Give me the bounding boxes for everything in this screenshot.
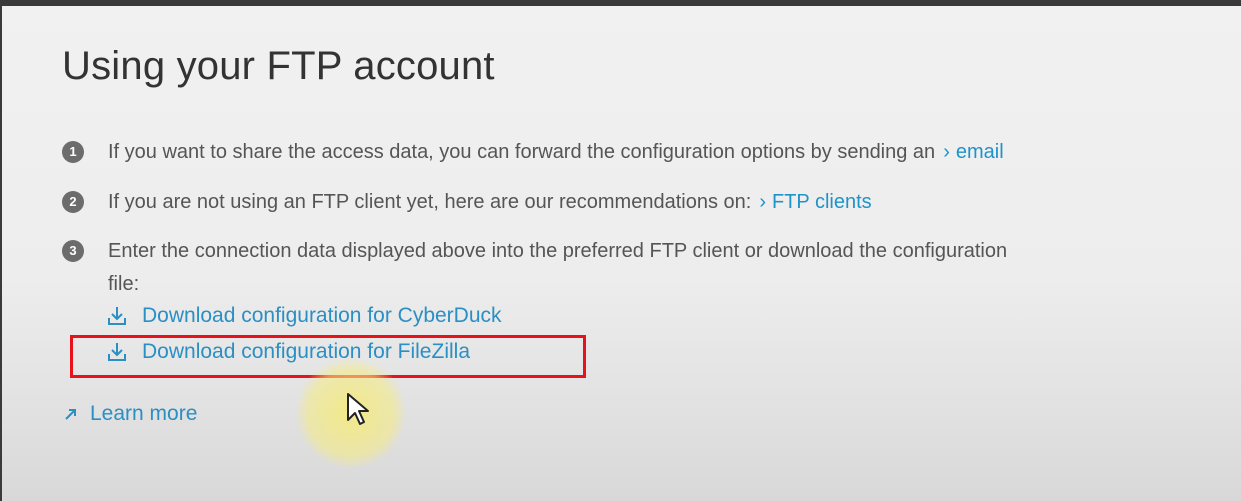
- ftp-account-panel: Using your FTP account 1 If you want to …: [2, 6, 1241, 501]
- chevron-right-icon: ›: [943, 141, 950, 163]
- download-cyberduck-link[interactable]: Download configuration for CyberDuck: [106, 304, 502, 328]
- step-number-badge: 3: [62, 240, 84, 262]
- step-1-text: If you want to share the access data, yo…: [108, 141, 936, 163]
- mouse-pointer-icon: [347, 393, 369, 425]
- ftp-clients-link[interactable]: FTP clients: [772, 191, 872, 213]
- step-3-text-line2: file:: [108, 273, 140, 295]
- chevron-right-icon: ›: [759, 191, 766, 213]
- learn-more-link[interactable]: Learn more: [64, 402, 197, 426]
- step-number-badge: 2: [62, 191, 84, 213]
- step-1-text-wrap: If you want to share the access data, yo…: [108, 137, 1004, 168]
- download-icon: [108, 307, 126, 325]
- step-2-text: If you are not using an FTP client yet, …: [108, 191, 752, 213]
- email-link[interactable]: email: [956, 141, 1004, 163]
- download-cyberduck-label: Download configuration for CyberDuck: [142, 304, 502, 327]
- step-2-text-wrap: If you are not using an FTP client yet, …: [108, 187, 872, 218]
- step-3-text: Enter the connection data displayed abov…: [108, 240, 1008, 262]
- external-arrow-icon: [65, 409, 76, 420]
- page-title: Using your FTP account: [62, 44, 495, 88]
- step-number-badge: 1: [62, 141, 84, 163]
- learn-more-label: Learn more: [90, 402, 198, 425]
